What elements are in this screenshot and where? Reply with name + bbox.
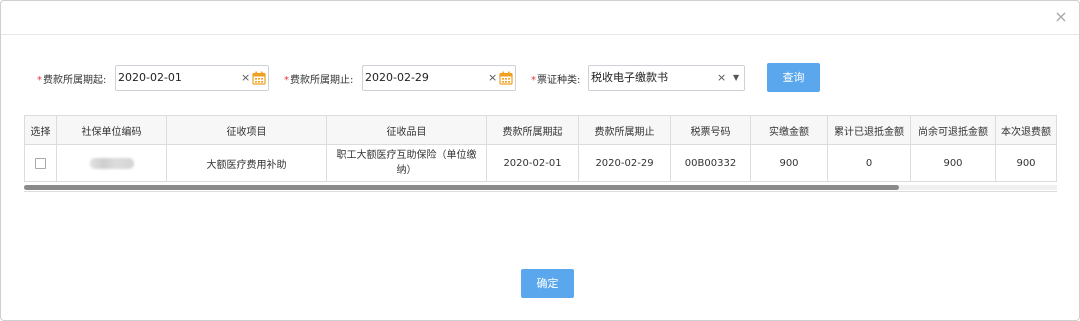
period-start-value: 2020-02-01	[118, 71, 182, 84]
period-end-label: *费款所属期止:	[284, 71, 353, 86]
paid-cell: 900	[750, 145, 827, 181]
header-paid: 实缴金额	[750, 116, 827, 144]
header-unit-code: 社保单位编码	[56, 116, 166, 144]
this-refund-cell: 900	[995, 145, 1057, 181]
clear-icon[interactable]: ×	[241, 66, 250, 90]
voucher-type-select[interactable]: 税收电子缴款书 × ▼	[588, 65, 745, 91]
required-mark: *	[37, 75, 42, 86]
refund-dialog: × *费款所属期起: 2020-02-01 × *费款所属期止: 2020-02…	[0, 0, 1080, 321]
header-item: 征收项目	[166, 116, 326, 144]
table-row[interactable]: 大额医疗费用补助 职工大额医疗互助保险（单位缴纳） 2020-02-01 202…	[24, 145, 1057, 182]
results-table: 选择 社保单位编码 征收项目 征收品目 费款所属期起 费款所属期止 税票号码 实…	[24, 115, 1057, 182]
period-end-label-text: 费款所属期止:	[290, 75, 354, 86]
voucher-type-label-text: 票证种类:	[537, 75, 581, 86]
query-button[interactable]: 查询	[767, 63, 820, 92]
period-end-value: 2020-02-29	[365, 71, 429, 84]
voucher-type-value: 税收电子缴款书	[591, 71, 668, 84]
period-start-field[interactable]: 2020-02-01 ×	[115, 65, 269, 91]
refunded-cell: 0	[827, 145, 910, 181]
calendar-icon[interactable]	[499, 71, 513, 85]
table-bottom-divider	[24, 191, 1057, 192]
header-period-end: 费款所属期止	[578, 116, 670, 144]
row-checkbox[interactable]	[35, 157, 46, 169]
scrollbar-thumb[interactable]	[24, 185, 899, 190]
close-icon[interactable]: ×	[1053, 9, 1069, 25]
clear-icon[interactable]: ×	[717, 66, 726, 90]
period-start-label: *费款所属期起:	[37, 71, 106, 86]
header-ticket-no: 税票号码	[670, 116, 750, 144]
item-cell: 大额医疗费用补助	[166, 145, 326, 181]
remaining-cell: 900	[910, 145, 995, 181]
header-refunded: 累计已退抵金额	[827, 116, 910, 144]
table-header: 选择 社保单位编码 征收项目 征收品目 费款所属期起 费款所属期止 税票号码 实…	[24, 116, 1057, 145]
ticket-no-cell: 00B00332	[670, 145, 750, 181]
period-end-field[interactable]: 2020-02-29 ×	[362, 65, 516, 91]
calendar-icon[interactable]	[252, 71, 266, 85]
sub-item-cell: 职工大额医疗互助保险（单位缴纳）	[326, 145, 486, 181]
header-sub-item: 征收品目	[326, 116, 486, 144]
period-start-label-text: 费款所属期起:	[43, 75, 107, 86]
header-this-refund: 本次退费额	[995, 116, 1057, 144]
horizontal-scrollbar[interactable]	[24, 185, 1057, 190]
unit-code-cell	[56, 145, 166, 181]
confirm-button[interactable]: 确定	[521, 269, 574, 298]
clear-icon[interactable]: ×	[488, 66, 497, 90]
dialog-header: ×	[1, 1, 1079, 35]
required-mark: *	[284, 75, 289, 86]
header-period-start: 费款所属期起	[486, 116, 578, 144]
voucher-type-label: *票证种类:	[531, 71, 580, 86]
period-end-cell: 2020-02-29	[578, 145, 670, 181]
redacted-unit-code	[89, 157, 134, 169]
header-select: 选择	[24, 116, 56, 144]
row-select-cell	[24, 145, 56, 181]
required-mark: *	[531, 75, 536, 86]
chevron-down-icon[interactable]: ▼	[733, 66, 739, 90]
header-remaining: 尚余可退抵金额	[910, 116, 995, 144]
period-start-cell: 2020-02-01	[486, 145, 578, 181]
